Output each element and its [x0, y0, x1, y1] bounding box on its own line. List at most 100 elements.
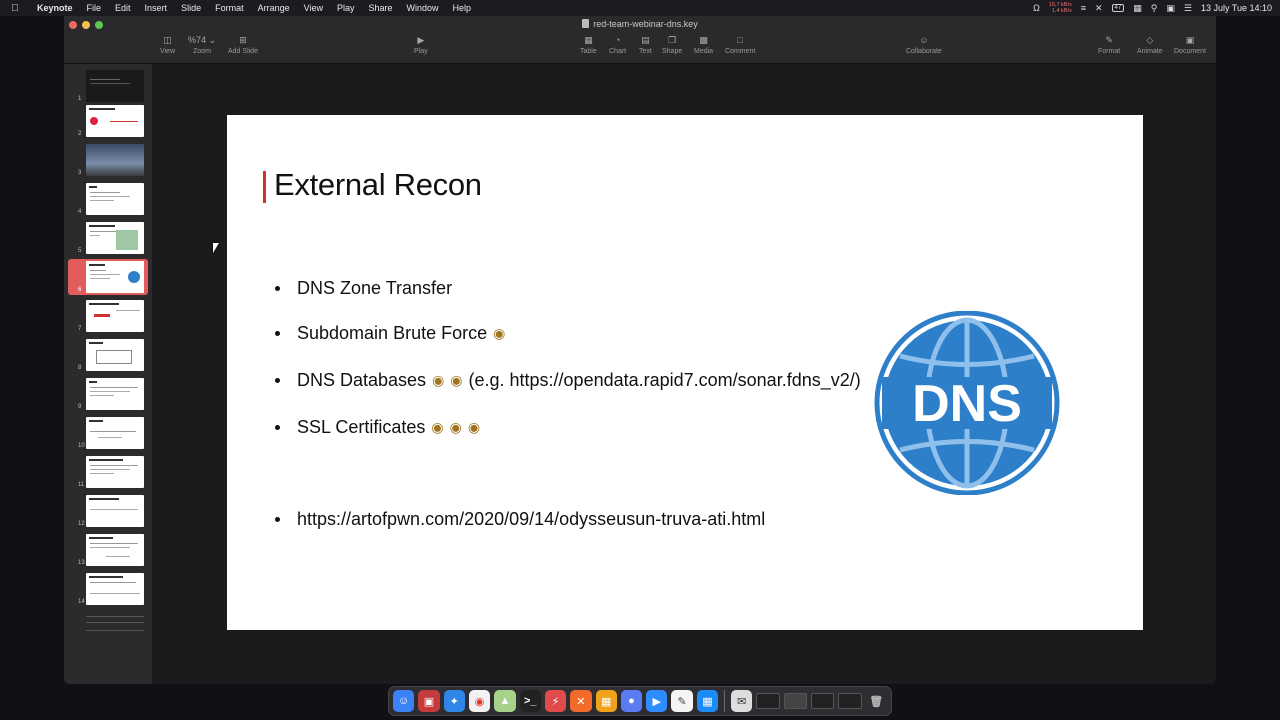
table-icon: ▦	[584, 35, 593, 45]
slide-thumbnail-selected[interactable]: 6	[68, 259, 148, 295]
slide-canvas[interactable]: External Recon DNS Zone Transfer Subdoma…	[152, 64, 1216, 684]
slide-thumbnail[interactable]: 13	[64, 532, 152, 568]
minimized-window[interactable]	[756, 693, 780, 709]
slide-number: 3	[78, 170, 82, 176]
menu-view[interactable]: View	[297, 3, 330, 13]
menu-edit[interactable]: Edit	[108, 3, 138, 13]
bullet-item[interactable]: SSL Certificates ◉ ◉ ◉	[275, 417, 480, 438]
slide-thumbnail[interactable]: 11	[64, 454, 152, 490]
slide-thumbnail[interactable]: 12	[64, 493, 152, 529]
format-brush-icon: ✎	[1105, 35, 1113, 45]
menu-format[interactable]: Format	[208, 3, 251, 13]
slide-thumbnail[interactable]: 7	[64, 298, 152, 334]
minimized-window[interactable]	[810, 693, 835, 709]
slide-thumbnail[interactable]: 2	[64, 103, 152, 139]
net-down-value: 1,4 kB/s	[1051, 8, 1072, 14]
menu-window[interactable]: Window	[400, 3, 446, 13]
keyboard-icon[interactable]: ▦	[1133, 3, 1142, 14]
add-slide-button[interactable]: ⊞ Add Slide	[228, 34, 258, 55]
view-button[interactable]: ◫ View	[160, 34, 175, 55]
money-bag-icon: ◉	[493, 325, 506, 341]
bullet-item[interactable]: Subdomain Brute Force ◉	[275, 323, 505, 344]
slide-preview	[86, 300, 144, 332]
table-button[interactable]: ▦ Table	[580, 34, 597, 55]
menu-app-name[interactable]: Keynote	[30, 3, 80, 13]
chrome-icon[interactable]: ◉	[468, 690, 491, 712]
slide-navigator: 1 2 3 4 5 6 7 8 9 10 11 12 13 14	[64, 64, 152, 684]
dns-globe-icon[interactable]: DNS	[872, 311, 1062, 495]
lines-icon[interactable]: ≡	[1081, 3, 1086, 13]
slide-thumbnail[interactable]: 14	[64, 571, 152, 607]
control-center-icon[interactable]: ☰	[1184, 3, 1192, 14]
menu-insert[interactable]: Insert	[138, 3, 175, 13]
menu-share[interactable]: Share	[362, 3, 400, 13]
minimized-window[interactable]	[783, 693, 807, 709]
chart-button[interactable]: ◔ Chart	[609, 34, 626, 55]
bullet-item[interactable]: https://artofpwn.com/2020/09/14/odysseus…	[275, 509, 765, 530]
textedit-icon[interactable]: ✎	[671, 690, 693, 712]
sidebar-icon: ◫	[163, 35, 172, 45]
comment-icon: □	[737, 35, 743, 45]
slide-thumbnail[interactable]: 8	[64, 337, 152, 373]
app-x-icon[interactable]: ✕	[570, 690, 592, 712]
slide-preview	[86, 183, 144, 215]
menu-file[interactable]: File	[80, 3, 109, 13]
slide-number: 10	[78, 443, 85, 449]
zoom-icon[interactable]: ▶	[646, 690, 668, 712]
slide-thumbnail[interactable]: 1	[64, 68, 152, 104]
money-bag-icon: ◉	[431, 419, 444, 435]
slide-thumbnail[interactable]: 9	[64, 376, 152, 412]
bullet-item[interactable]: DNS Databases ◉ ◉ (e.g. https://opendata…	[275, 370, 861, 391]
safari-icon[interactable]: ✦	[443, 690, 465, 712]
menu-arrange[interactable]: Arrange	[251, 3, 297, 13]
format-button[interactable]: ✎ Format	[1098, 34, 1120, 55]
zoom-control[interactable]: %74 ⌄ Zoom	[188, 34, 216, 55]
apple-menu-icon[interactable]: 	[0, 3, 30, 14]
dock-separator	[724, 690, 726, 712]
slide-preview	[86, 105, 144, 137]
app-grid-icon[interactable]: ▦	[595, 690, 617, 712]
screen-mirror-icon[interactable]: ▣	[1166, 3, 1175, 14]
document-button[interactable]: ▣ Document	[1174, 34, 1206, 55]
play-button[interactable]: ▶ Play	[414, 34, 428, 55]
money-bag-icon: ◉	[450, 372, 463, 388]
keynote-icon[interactable]: ▦	[696, 690, 719, 712]
slide-number: 14	[78, 599, 85, 605]
slide-preview	[86, 456, 144, 488]
clock[interactable]: 13 July Tue 14:10	[1201, 3, 1272, 13]
current-slide[interactable]: External Recon DNS Zone Transfer Subdoma…	[227, 115, 1143, 630]
menu-help[interactable]: Help	[446, 3, 479, 13]
slide-thumbnail[interactable]: 3	[64, 142, 152, 178]
slide-thumbnail[interactable]: 5	[64, 220, 152, 256]
menu-slide[interactable]: Slide	[174, 3, 208, 13]
headphones-icon[interactable]: Ω	[1033, 3, 1040, 13]
app-burp-icon[interactable]: ⚡	[544, 690, 567, 712]
slide-thumbnail[interactable]: 10	[64, 415, 152, 451]
preview-icon[interactable]: ✉	[731, 690, 753, 712]
finder-icon[interactable]: ☺	[393, 690, 415, 712]
battery-icon[interactable]: 47	[1111, 4, 1125, 12]
app-blue-icon[interactable]: ●	[620, 690, 643, 712]
shape-button[interactable]: ❐ Shape	[662, 34, 682, 55]
menu-play[interactable]: Play	[330, 3, 362, 13]
app-green-icon[interactable]: ▲	[494, 690, 516, 712]
trash-icon[interactable]: 🗑	[866, 690, 887, 712]
animate-button[interactable]: ◇ Animate	[1137, 34, 1163, 55]
bullet-item[interactable]: DNS Zone Transfer	[275, 278, 452, 299]
slide-title[interactable]: External Recon	[274, 167, 482, 203]
slide-preview	[86, 339, 144, 371]
slide-preview	[86, 573, 144, 605]
network-speed[interactable]: 16,7 kB/s 1,4 kB/s	[1049, 2, 1072, 14]
slide-thumbnail[interactable]: 4	[64, 181, 152, 217]
terminal-icon[interactable]: >_	[519, 690, 541, 712]
comment-button[interactable]: □ Comment	[725, 34, 755, 55]
media-button[interactable]: ▩ Media	[694, 34, 713, 55]
collaborate-button[interactable]: ☺ Collaborate	[906, 34, 942, 55]
bluetooth-icon[interactable]: ✕	[1095, 3, 1103, 14]
minimized-window[interactable]	[838, 693, 862, 709]
text-button[interactable]: ▤ Text	[639, 34, 652, 55]
search-icon[interactable]: ⚲	[1151, 3, 1158, 14]
slide-preview	[86, 222, 144, 254]
slide-number: 4	[78, 209, 82, 215]
app-red-icon[interactable]: ▣	[418, 690, 440, 712]
